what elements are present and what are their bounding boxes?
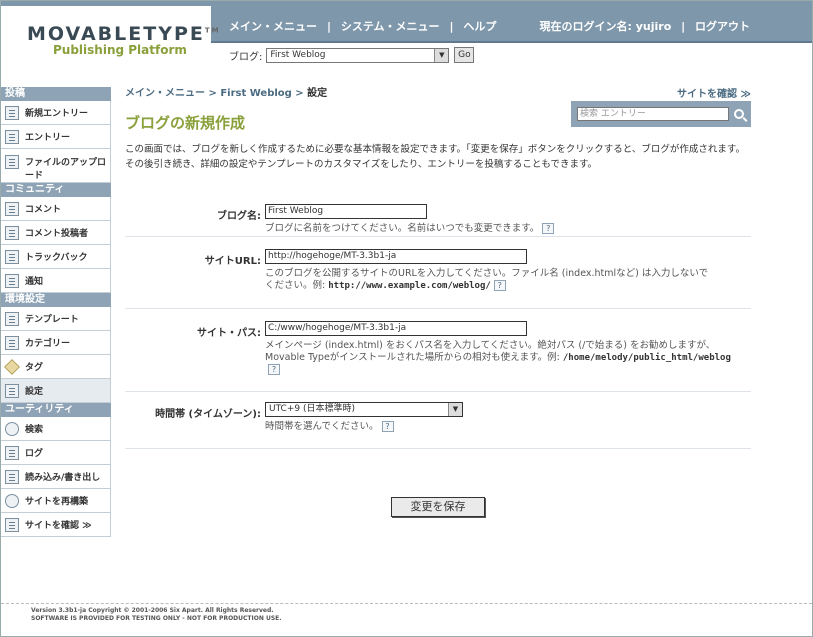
tag-icon	[4, 358, 20, 375]
sidebar-item-tags[interactable]: タグ	[1, 355, 111, 379]
help-icon[interactable]: ?	[268, 364, 280, 375]
template-icon	[5, 311, 19, 326]
site-url-input[interactable]: http://hogehoge/MT-3.3b1-ja	[265, 249, 527, 264]
sidebar-section-settings: 環境設定	[1, 293, 111, 307]
sidebar-item-view-site[interactable]: サイトを確認 ≫	[1, 513, 111, 537]
timezone-label: 時間帯 (タイムゾーン):	[155, 409, 261, 420]
save-button[interactable]: 変更を保存	[391, 497, 485, 517]
username: yujiro	[635, 20, 672, 33]
sidebar-item-commenters[interactable]: コメント投稿者	[1, 221, 111, 245]
sidebar-item-categories[interactable]: カテゴリー	[1, 331, 111, 355]
search-icon[interactable]	[734, 109, 744, 119]
sidebar: 投稿 新規エントリー エントリー ファイルのアップロード コミュニティ コメント…	[1, 87, 111, 537]
trackback-icon	[5, 249, 19, 264]
commenter-icon	[5, 225, 19, 240]
search-bar: 検索 エントリー	[571, 101, 751, 127]
blog-name-label: ブログ名:	[217, 211, 261, 222]
sidebar-item-config[interactable]: 設定	[1, 379, 111, 403]
comment-icon	[5, 201, 19, 216]
sidebar-section-community: コミュニティ	[1, 183, 111, 197]
sidebar-item-upload-file[interactable]: ファイルのアップロード	[1, 149, 111, 183]
site-path-label: サイト・パス:	[197, 328, 261, 339]
site-path-hint: メインページ (index.html) をおくパス名を入力してください。絶対パス…	[265, 340, 731, 375]
site-url-hint: このブログを公開するサイトのURLを入力してください。ファイル名 (index.…	[265, 268, 709, 291]
footer: Version 3.3b1-ja Copyright © 2001-2006 S…	[1, 603, 812, 623]
help-icon[interactable]: ?	[542, 223, 555, 234]
go-button[interactable]: Go	[454, 47, 475, 63]
sidebar-item-comments[interactable]: コメント	[1, 197, 111, 221]
sidebar-section-post: 投稿	[1, 87, 111, 101]
sidebar-item-new-entry[interactable]: 新規エントリー	[1, 101, 111, 125]
sidebar-item-search[interactable]: 検索	[1, 417, 111, 441]
blog-selector: ブログ: First Weblog ▼ Go	[229, 47, 475, 63]
intro-text: この画面では、ブログを新しく作成するために必要な基本情報を設定できます。「変更を…	[125, 144, 745, 170]
nav-system-menu[interactable]: システム・メニュー	[341, 20, 440, 33]
help-icon[interactable]: ?	[381, 421, 394, 432]
sidebar-item-notifications[interactable]: 通知	[1, 269, 111, 293]
row-blog-name: ブログ名: First Weblog ブログに名前をつけてください。名前はいつで…	[125, 192, 751, 237]
category-icon	[5, 335, 19, 350]
breadcrumb-main-menu[interactable]: メイン・メニュー	[125, 88, 205, 99]
blog-selector-label: ブログ:	[229, 51, 263, 63]
breadcrumb-blog[interactable]: First Weblog	[220, 88, 291, 99]
help-icon[interactable]: ?	[493, 280, 506, 291]
header: MOVABLETYPETM Publishing Platform メイン・メニ…	[1, 1, 812, 76]
row-timezone: 時間帯 (タイムゾーン): UTC+9 (日本標準時) ▼ 時間帯を選んでくださ…	[125, 392, 751, 449]
logo-wordmark: MOVABLETYPETM	[27, 23, 221, 45]
nav-help[interactable]: ヘルプ	[463, 20, 496, 33]
logout-link[interactable]: ログアウト	[695, 20, 750, 33]
logo-tagline: Publishing Platform	[53, 43, 187, 57]
sidebar-item-entries[interactable]: エントリー	[1, 125, 111, 149]
timezone-select[interactable]: UTC+9 (日本標準時) ▼	[265, 402, 463, 417]
sidebar-item-trackbacks[interactable]: トラックバック	[1, 245, 111, 269]
blog-name-input[interactable]: First Weblog	[265, 204, 427, 219]
envelope-icon	[5, 273, 19, 288]
top-nav: メイン・メニュー | システム・メニュー | ヘルプ	[229, 20, 497, 33]
view-site-icon	[5, 517, 19, 532]
row-site-path: サイト・パス: C:/www/hogehoge/MT-3.3b1-ja メインペ…	[125, 309, 751, 392]
blog-select[interactable]: First Weblog ▼	[266, 47, 450, 63]
rebuild-icon	[5, 493, 19, 508]
upload-icon	[5, 155, 19, 169]
sidebar-item-log[interactable]: ログ	[1, 441, 111, 465]
site-path-input[interactable]: C:/www/hogehoge/MT-3.3b1-ja	[265, 321, 527, 336]
save-area: 変更を保存	[391, 497, 485, 517]
row-site-url: サイトURL: http://hogehoge/MT-3.3b1-ja このブロ…	[125, 237, 751, 309]
logo[interactable]: MOVABLETYPETM Publishing Platform	[27, 23, 221, 57]
footer-disclaimer: SOFTWARE IS PROVIDED FOR TESTING ONLY - …	[31, 615, 282, 622]
site-url-example: http://www.example.com/weblog/	[328, 281, 491, 291]
new-entry-icon	[5, 105, 19, 120]
blog-form: ブログ名: First Weblog ブログに名前をつけてください。名前はいつで…	[125, 192, 751, 449]
site-url-label: サイトURL:	[204, 256, 261, 267]
breadcrumb: メイン・メニュー > First Weblog > 設定	[125, 88, 328, 99]
chevron-down-icon: ▼	[448, 403, 462, 416]
search-input[interactable]: 検索 エントリー	[577, 107, 729, 121]
chevron-down-icon: ▼	[434, 48, 449, 62]
search-icon	[5, 421, 19, 436]
login-label: 現在のログイン名:	[539, 20, 632, 33]
nav-main-menu[interactable]: メイン・メニュー	[229, 20, 317, 33]
sidebar-item-import-export[interactable]: 読み込み/書き出し	[1, 465, 111, 489]
breadcrumb-current: 設定	[307, 88, 328, 99]
view-site-link[interactable]: サイトを確認 ≫	[677, 85, 751, 100]
import-export-icon	[5, 469, 19, 484]
user-box: 現在のログイン名: yujiro | ログアウト	[539, 20, 751, 33]
site-path-example: /home/melody/public_html/weblog	[562, 353, 731, 363]
main-content: メイン・メニュー > First Weblog > 設定 サイトを確認 ≫ 検索…	[125, 84, 751, 449]
log-icon	[5, 445, 19, 460]
sidebar-item-rebuild[interactable]: サイトを再構築	[1, 489, 111, 513]
footer-copyright: Version 3.3b1-ja Copyright © 2001-2006 S…	[31, 607, 274, 614]
blog-name-hint: ブログに名前をつけてください。名前はいつでも変更できます。?	[265, 223, 751, 235]
sliders-icon	[5, 383, 19, 398]
timezone-hint: 時間帯を選んでください。?	[265, 421, 751, 433]
sidebar-section-utility: ユーティリティ	[1, 403, 111, 417]
entries-icon	[5, 129, 19, 144]
sidebar-item-templates[interactable]: テンプレート	[1, 307, 111, 331]
